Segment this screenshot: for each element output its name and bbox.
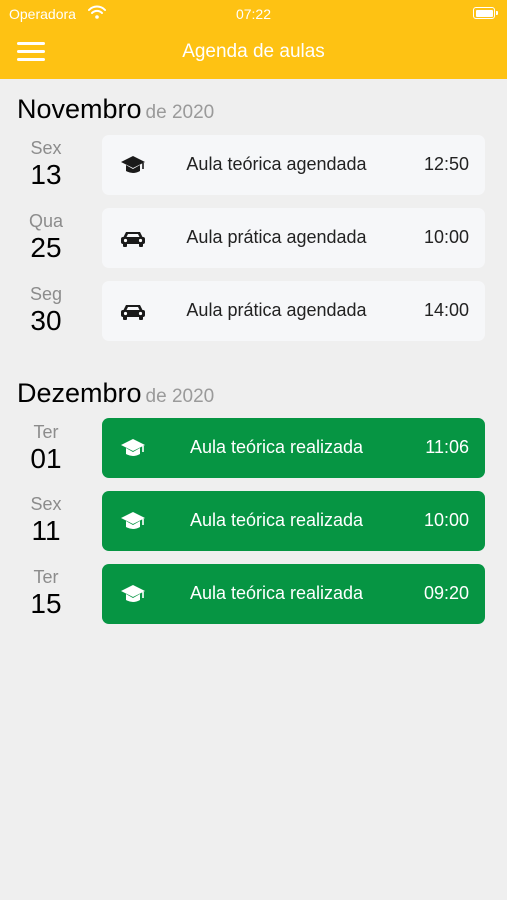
month-name: Dezembro (17, 378, 142, 408)
weekday: Qua (28, 211, 64, 231)
weekday: Ter (33, 422, 59, 442)
day-number: 15 (30, 588, 62, 619)
lesson-time: 12:50 (423, 154, 469, 174)
lesson-card[interactable]: Aula prática agendada 10:00 (102, 208, 485, 268)
day-number: 25 (30, 232, 62, 263)
lesson-label: Aula prática agendada (186, 227, 367, 247)
month-year: de 2020 (145, 386, 215, 407)
lesson-card[interactable]: Aula teórica realizada 09:20 (102, 564, 485, 624)
lesson-time: 14:00 (423, 300, 469, 320)
month-name: Novembro (17, 94, 142, 124)
weekday: Sex (30, 138, 62, 158)
month-heading-dezembro: Dezembro de 2020 (17, 378, 214, 409)
month-heading-novembro: Novembro de 2020 (17, 94, 214, 125)
lesson-card[interactable]: Aula teórica realizada 11:06 (102, 418, 485, 478)
page-title: Agenda de aulas (182, 41, 325, 62)
battery-icon (473, 7, 498, 19)
lesson-card[interactable]: Aula teórica realizada 10:00 (102, 491, 485, 551)
lesson-time: 10:00 (423, 510, 469, 530)
graduation-cap-icon (121, 439, 145, 456)
lesson-label: Aula teórica agendada (186, 154, 367, 174)
graduation-cap-icon (121, 512, 145, 529)
month-year: de 2020 (145, 102, 215, 123)
car-icon (121, 232, 145, 247)
car-icon (121, 305, 145, 320)
day-number: 13 (30, 159, 62, 190)
lesson-time: 09:20 (423, 583, 469, 603)
day-number: 30 (30, 305, 62, 336)
date-label: Ter 15 (17, 566, 75, 620)
weekday: Seg (29, 284, 63, 304)
lesson-label: Aula teórica realizada (189, 583, 364, 603)
date-label: Seg 30 (17, 283, 75, 337)
date-label: Ter 01 (17, 421, 75, 475)
lesson-card[interactable]: Aula teórica agendada 12:50 (102, 135, 485, 195)
day-number: 11 (31, 515, 61, 546)
weekday: Sex (30, 494, 62, 514)
weekday: Ter (33, 567, 59, 587)
app-header: Operadora 07:22 Agenda de aulas (0, 0, 507, 79)
date-label: Qua 25 (17, 210, 75, 264)
lesson-label: Aula teórica realizada (189, 437, 364, 457)
date-label: Sex 13 (17, 137, 75, 191)
day-number: 01 (30, 443, 62, 474)
lesson-label: Aula teórica realizada (189, 510, 364, 530)
status-time: 07:22 (235, 6, 272, 22)
lesson-card[interactable]: Aula prática agendada 14:00 (102, 281, 485, 341)
status-bar: Operadora 07:22 (0, 0, 507, 28)
graduation-cap-icon (121, 585, 145, 602)
lesson-time: 10:00 (423, 227, 469, 247)
lesson-time: 11:06 (425, 437, 469, 457)
date-label: Sex 11 (17, 493, 75, 547)
graduation-cap-icon (121, 156, 145, 173)
lesson-label: Aula prática agendada (186, 300, 367, 320)
